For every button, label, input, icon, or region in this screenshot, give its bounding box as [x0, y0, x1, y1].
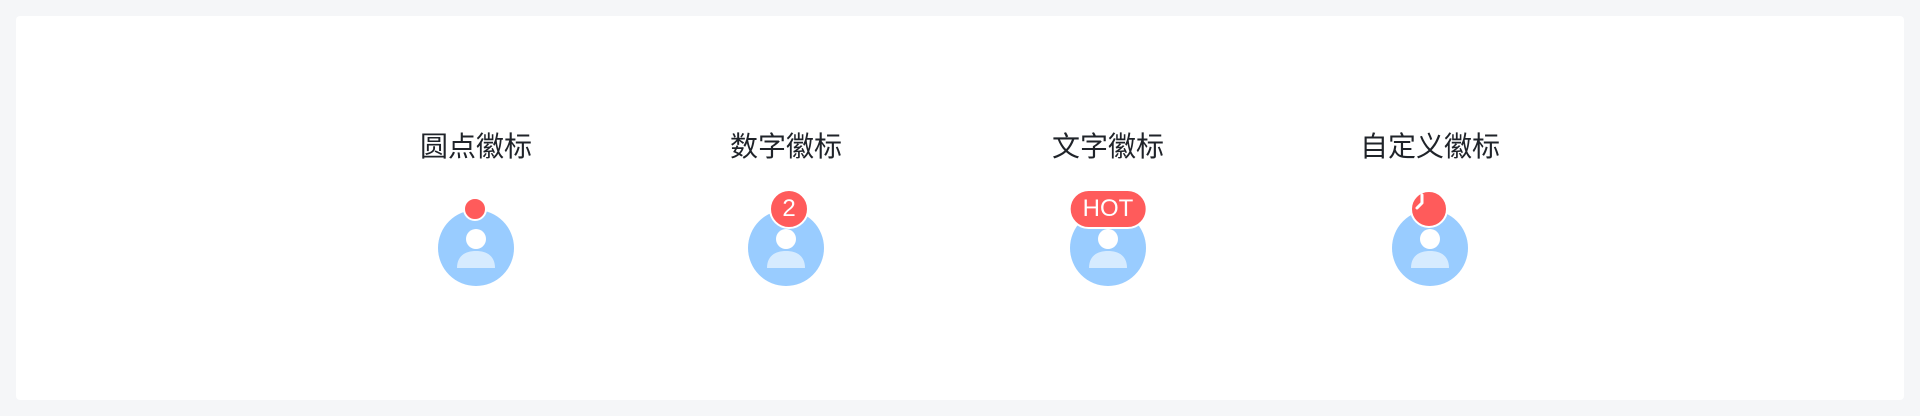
demo-title: 文字徽标 [1051, 130, 1165, 163]
user-icon [457, 229, 495, 268]
avatar[interactable]: 2 [748, 189, 824, 286]
avatar[interactable] [438, 197, 514, 286]
clock-icon [1415, 193, 1424, 210]
dot-badge [463, 197, 487, 221]
demo-title: 自定义徽标 [1359, 130, 1501, 163]
demo-title: 圆点徽标 [419, 130, 533, 163]
avatar[interactable] [1392, 190, 1468, 286]
count-badge: 2 [769, 189, 809, 229]
text-badge: HOT [1068, 189, 1148, 229]
demo-card: 圆点徽标 数字徽标 2 文字徽标 HOT 自定义徽标 [16, 16, 1904, 400]
custom-badge [1410, 190, 1448, 228]
avatar[interactable]: HOT [1068, 189, 1148, 286]
demo-title: 数字徽标 [729, 130, 843, 163]
